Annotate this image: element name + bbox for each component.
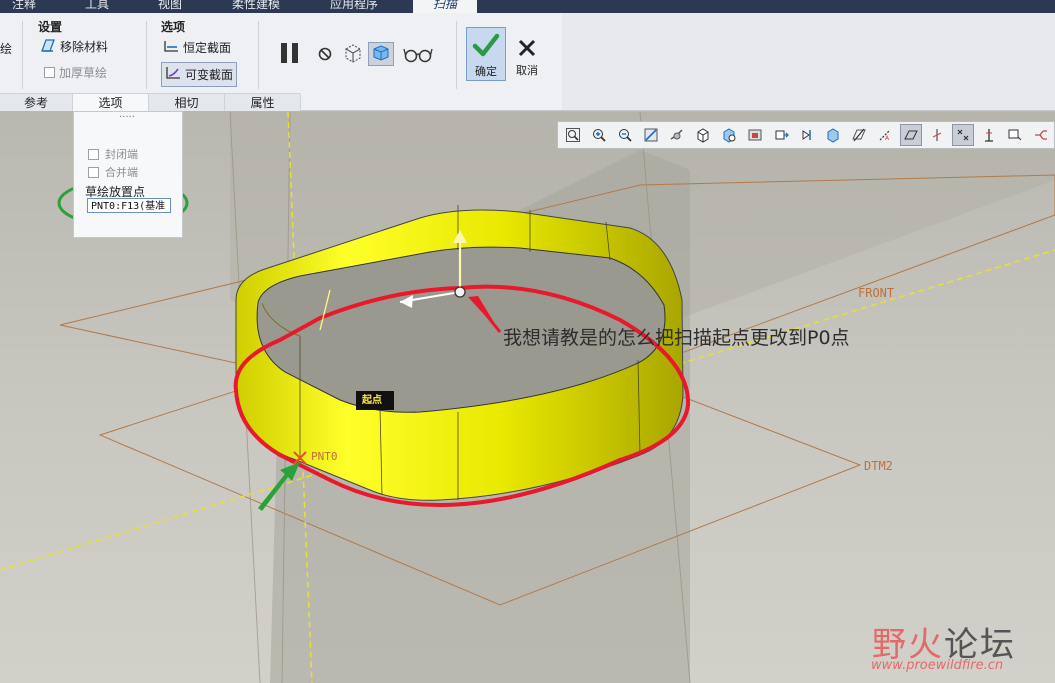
merge-ends-label: 合并端 (105, 166, 138, 179)
closed-ends-check (88, 148, 99, 160)
options-slide-panel: ····· 封闭端 合并端 草绘放置点 PNT0:F13(基准 (73, 111, 183, 238)
orient-icon[interactable] (796, 124, 818, 146)
svg-text:A: A (885, 135, 890, 142)
hidden-line-icon[interactable] (1004, 124, 1026, 146)
shaded-icon[interactable] (692, 124, 714, 146)
spin-center-icon[interactable] (666, 124, 688, 146)
spin-center-toggle-icon[interactable] (978, 124, 1000, 146)
remove-material-label: 移除材料 (60, 40, 109, 54)
tab-annotate[interactable]: 注释 (12, 0, 36, 13)
thicken-sketch-check (44, 67, 55, 78)
question-annotation: 我想请教是的怎么把扫描起点更改到P0点 (503, 327, 850, 349)
dtm2-plane-label[interactable]: DTM2 (864, 459, 893, 473)
saved-orientation-icon[interactable] (744, 124, 766, 146)
thicken-sketch-label: 加厚草绘 (59, 66, 108, 80)
no-preview-button[interactable] (316, 45, 334, 63)
datum-display-icon[interactable] (1030, 124, 1052, 146)
merge-ends-checkbox[interactable]: 合并端 (88, 164, 138, 180)
plane-display-icon[interactable] (848, 124, 870, 146)
checkmark-icon (472, 31, 500, 62)
tab-sweep[interactable]: 扫描 (413, 0, 478, 13)
view-toolbar: A (557, 121, 1055, 149)
csys-display-icon[interactable] (926, 124, 948, 146)
cube-view-icon[interactable] (770, 124, 792, 146)
annotation-icon[interactable] (952, 124, 974, 146)
tab-properties[interactable]: 属性 (225, 94, 301, 112)
closed-ends-checkbox[interactable]: 封闭端 (88, 146, 138, 162)
pause-button[interactable] (278, 41, 304, 65)
tab-view[interactable]: 视图 (158, 0, 182, 13)
static-preview-button[interactable] (342, 43, 364, 65)
pnt0-label[interactable]: PNT0 (311, 450, 338, 463)
zoom-out-icon[interactable] (614, 124, 636, 146)
ribbon-tab-bar: 注释 工具 视图 柔性建模 应用程序 扫描 (0, 0, 1055, 13)
tab-references[interactable]: 参考 (0, 94, 73, 112)
repaint-icon[interactable] (640, 124, 662, 146)
point-display-icon[interactable] (900, 124, 922, 146)
sweep-dashboard: 绘 设置 移除材料 加厚草绘 选项 恒定截面 可变截面 确定 取消 参考 选项 … (0, 13, 562, 112)
geometry-preview-icon (342, 44, 364, 68)
variable-section-button[interactable]: 可变截面 (161, 62, 238, 87)
pause-icon (278, 43, 304, 68)
confirm-label: 确定 (475, 65, 497, 78)
tab-flexible-modeling[interactable]: 柔性建模 (232, 0, 280, 13)
confirm-button[interactable]: 确定 (466, 27, 506, 81)
no-preview-icon (316, 47, 334, 66)
constant-section-icon (163, 38, 179, 57)
remove-material-icon (40, 37, 56, 56)
axis-display-icon[interactable]: A (874, 124, 896, 146)
ribbon-left-fragment: 绘 (0, 42, 13, 56)
closed-ends-label: 封闭端 (105, 148, 138, 161)
panel-handle[interactable]: ····· (119, 112, 135, 123)
sketch-placement-point-field[interactable]: PNT0:F13(基准 (87, 198, 171, 213)
start-point-tag[interactable]: 起点 (356, 391, 394, 410)
zoom-fit-icon[interactable] (562, 124, 584, 146)
tab-tangency[interactable]: 相切 (149, 94, 225, 112)
ribbon-empty-area (562, 13, 1055, 111)
settings-group-title: 设置 (38, 20, 63, 34)
tab-applications[interactable]: 应用程序 (330, 0, 378, 13)
front-plane-label[interactable]: FRONT (858, 286, 894, 300)
tab-tools[interactable]: 工具 (85, 0, 109, 13)
remove-material-button[interactable]: 移除材料 (40, 37, 108, 56)
glasses-icon (403, 48, 433, 67)
dashboard-subtabs: 参考 选项 相切 属性 (0, 93, 301, 112)
feature-preview-button[interactable] (368, 42, 394, 66)
cancel-label: 取消 (516, 64, 538, 77)
verify-preview-button[interactable] (403, 44, 433, 64)
zoom-in-icon[interactable] (588, 124, 610, 146)
constant-section-label: 恒定截面 (183, 41, 232, 55)
tab-options[interactable]: 选项 (73, 94, 149, 112)
display-style-icon[interactable] (822, 124, 844, 146)
site-url: www.proewildfire.cn (871, 658, 1004, 673)
options-group-title: 选项 (161, 20, 186, 34)
variable-section-label: 可变截面 (185, 68, 234, 82)
merge-ends-check (88, 166, 99, 178)
close-icon (516, 37, 538, 62)
variable-section-icon (165, 65, 181, 84)
constant-section-button[interactable]: 恒定截面 (163, 38, 231, 57)
named-views-icon[interactable] (718, 124, 740, 146)
cancel-button[interactable]: 取消 (510, 33, 544, 81)
thicken-sketch-checkbox[interactable]: 加厚草绘 (44, 64, 107, 81)
feature-preview-icon (372, 44, 390, 65)
